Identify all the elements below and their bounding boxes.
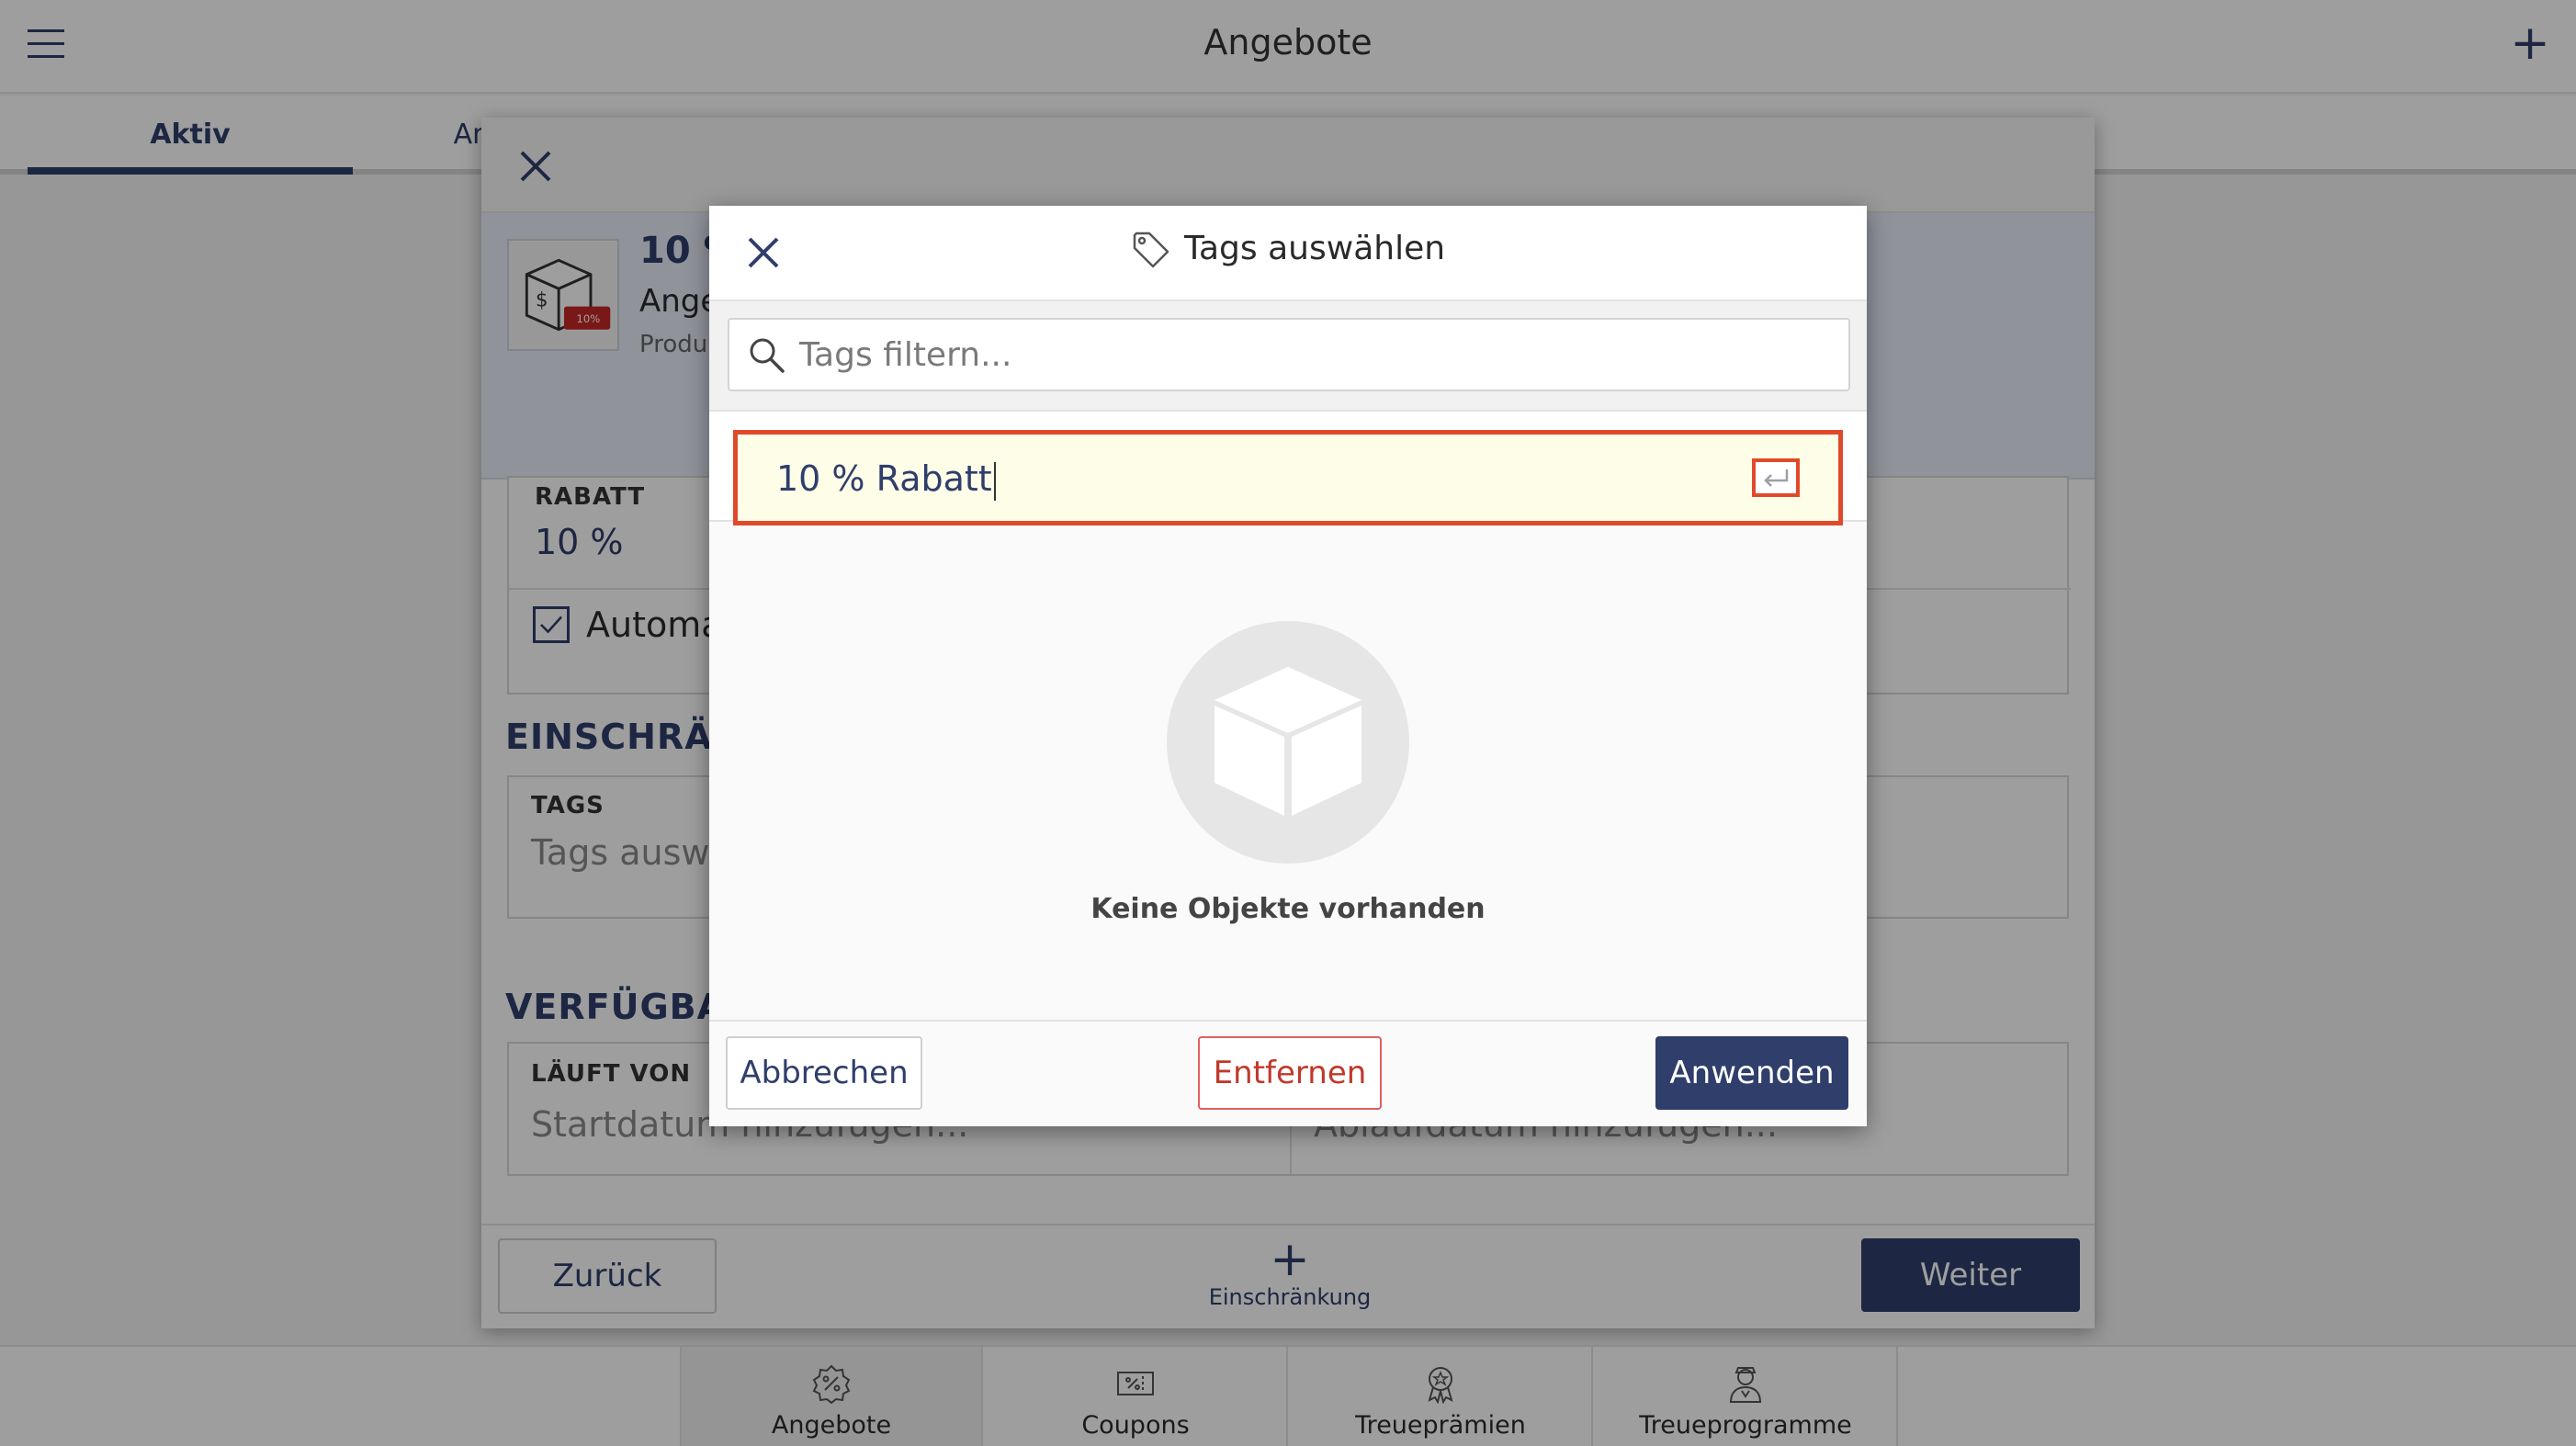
remove-button[interactable]: Entfernen: [1198, 1036, 1382, 1110]
empty-state-illustration: [1167, 621, 1409, 864]
dialog-title: Tags auswählen: [1183, 230, 1446, 267]
search-input[interactable]: [799, 320, 1837, 390]
tag-select-dialog: Tags auswählen 10 % Rabatt Keine Objekte…: [709, 206, 1867, 1126]
tag-icon: [1133, 232, 1169, 268]
cancel-button[interactable]: Abbrechen: [726, 1036, 922, 1110]
dialog-title-wrap: Tags auswählen: [709, 230, 1867, 270]
tag-search-field[interactable]: [728, 318, 1850, 391]
search-icon: [750, 338, 785, 373]
enter-button[interactable]: [1752, 458, 1800, 497]
dialog-header: Tags auswählen: [709, 206, 1867, 301]
dialog-footer: Abbrechen Entfernen Anwenden: [709, 1020, 1867, 1126]
return-icon: [1764, 469, 1789, 487]
new-tag-input[interactable]: 10 % Rabatt: [733, 430, 1843, 525]
apply-button[interactable]: Anwenden: [1655, 1036, 1848, 1110]
new-tag-text: 10 % Rabatt: [776, 458, 992, 499]
box-icon: [1215, 667, 1361, 816]
text-cursor: [993, 461, 996, 501]
empty-state-text: Keine Objekte vorhanden: [1090, 893, 1486, 925]
